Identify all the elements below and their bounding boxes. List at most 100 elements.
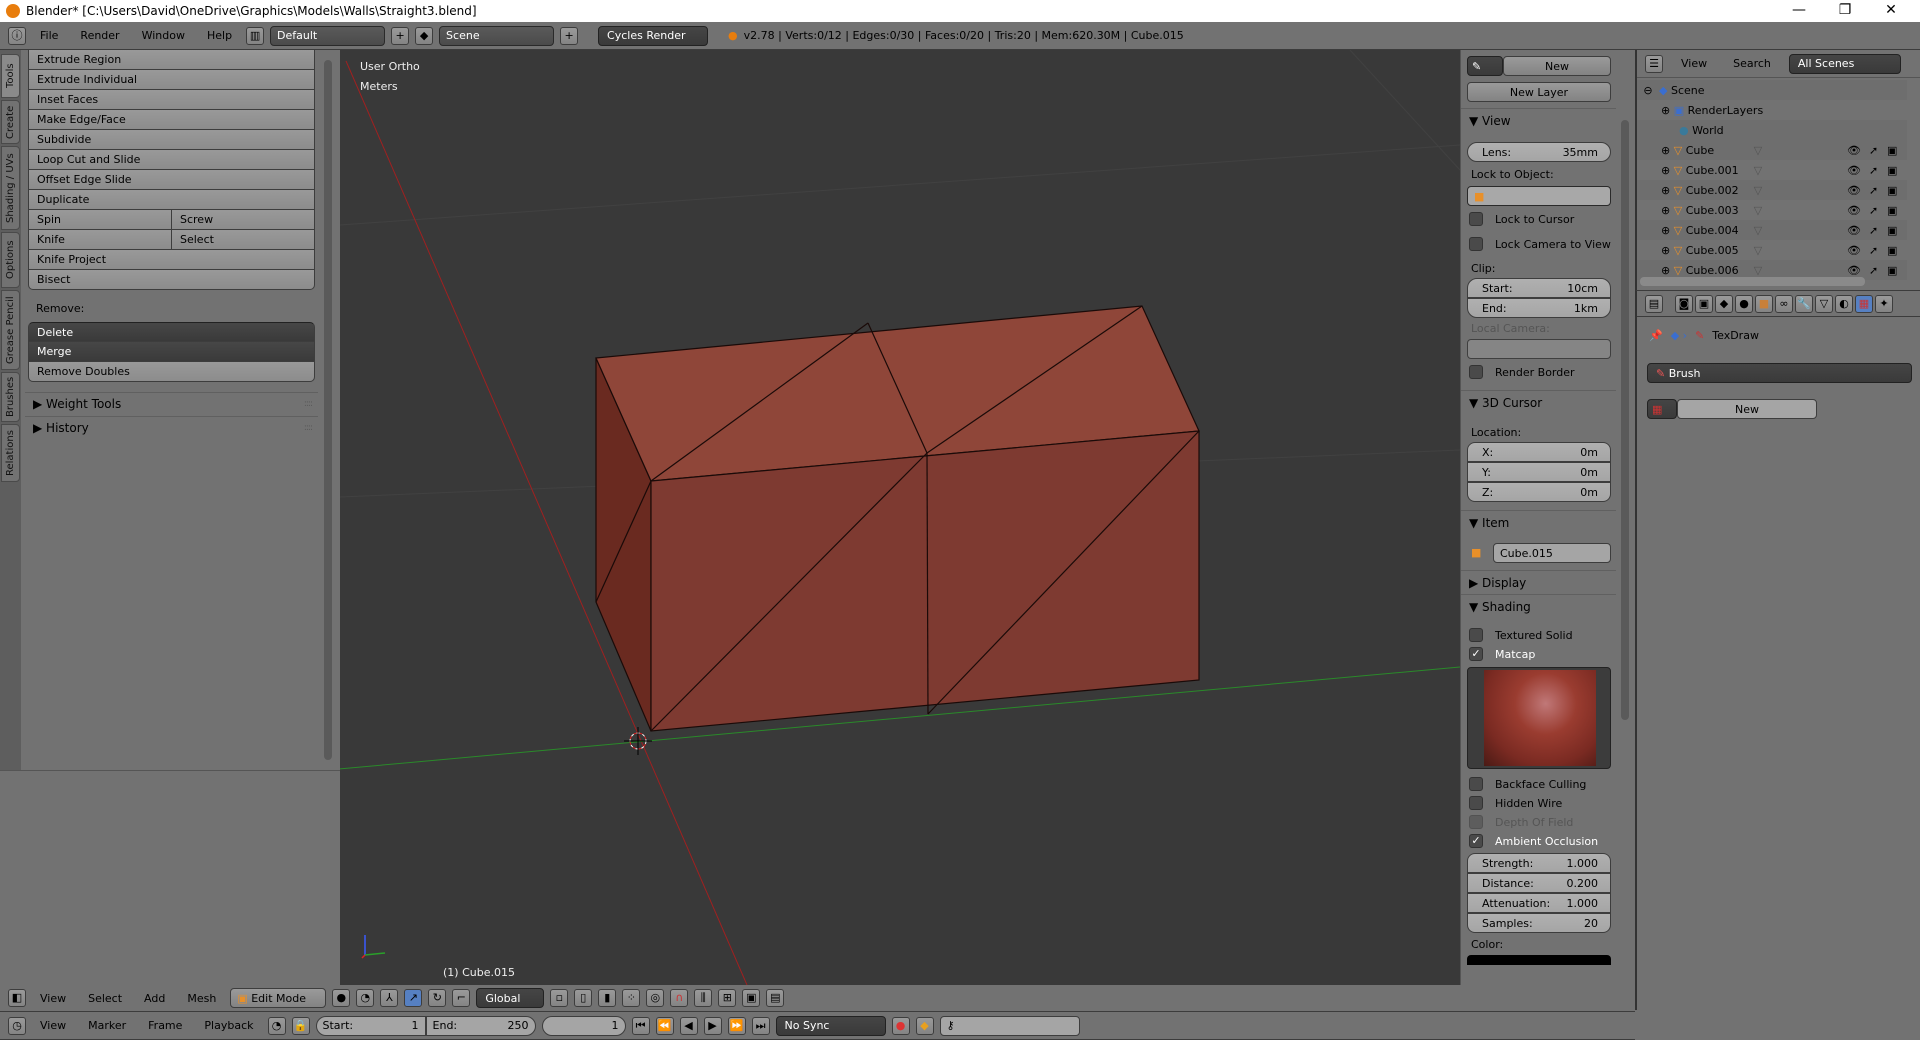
menu-select[interactable]: Select bbox=[80, 992, 130, 1005]
ao-color-swatch[interactable] bbox=[1467, 955, 1611, 965]
new-texture-button[interactable]: New bbox=[1677, 399, 1817, 419]
tool-button-inset-faces[interactable]: Inset Faces bbox=[28, 90, 315, 110]
ao-attenuation-field[interactable]: Attenuation: 1.000 bbox=[1467, 893, 1611, 913]
ao-strength-field[interactable]: Strength: 1.000 bbox=[1467, 853, 1611, 873]
menu-view[interactable]: View bbox=[32, 992, 74, 1005]
face-select-icon[interactable]: ▮ bbox=[598, 989, 617, 1007]
info-editor-icon[interactable]: ⓘ bbox=[8, 26, 26, 45]
tool-button-knife-project[interactable]: Knife Project bbox=[28, 250, 315, 270]
tool-button-loop-cut-and-slide[interactable]: Loop Cut and Slide bbox=[28, 150, 315, 170]
layout-select[interactable]: Default bbox=[270, 25, 386, 46]
3d-viewport[interactable]: User Ortho Meters (1) Cube.015 bbox=[340, 50, 1460, 985]
expand-icon[interactable]: ⊕ bbox=[1661, 144, 1670, 157]
modifiers-tab-icon[interactable]: 🔧 bbox=[1795, 294, 1813, 313]
selectable-arrow-icon[interactable]: ➚ bbox=[1869, 204, 1878, 217]
menu-render[interactable]: Render bbox=[72, 29, 127, 42]
opengl-render-icon[interactable]: ▤ bbox=[766, 989, 785, 1007]
renderable-camera-icon[interactable]: ▣ bbox=[1887, 164, 1897, 177]
item-panel-header[interactable]: ▼ Item bbox=[1461, 510, 1616, 534]
manipulator-icon[interactable]: ⅄ bbox=[380, 989, 399, 1007]
view-panel-header[interactable]: ▼ View bbox=[1461, 108, 1616, 132]
renderable-camera-icon[interactable]: ▣ bbox=[1887, 244, 1897, 257]
expand-icon[interactable]: ⊕ bbox=[1661, 244, 1670, 257]
tool-button-subdivide[interactable]: Subdivide bbox=[28, 130, 315, 150]
cursor-x-field[interactable]: X: 0m bbox=[1467, 442, 1611, 462]
tool-button-bisect[interactable]: Bisect bbox=[28, 270, 315, 290]
menu-add[interactable]: Add bbox=[136, 992, 173, 1005]
render-tab-icon[interactable]: ◙ bbox=[1675, 294, 1693, 313]
tab-create[interactable]: Create bbox=[1, 100, 20, 144]
tool-button-knife[interactable]: Knife bbox=[28, 230, 172, 250]
visibility-eye-icon[interactable]: 👁 bbox=[1847, 244, 1861, 257]
object-tab-icon[interactable]: ■ bbox=[1755, 294, 1773, 313]
hidden-wire-checkbox[interactable]: Hidden Wire bbox=[1469, 796, 1562, 810]
outliner-item-scene[interactable]: ⊖ ◆ Scene bbox=[1637, 80, 1907, 100]
outliner-hscrollbar[interactable] bbox=[1640, 277, 1865, 286]
orientation-select[interactable]: Global bbox=[476, 988, 545, 1008]
tool-button-spin[interactable]: Spin bbox=[28, 210, 172, 230]
expand-icon[interactable]: ⊕ bbox=[1661, 164, 1670, 177]
tool-button-select[interactable]: Select bbox=[171, 230, 315, 250]
constraints-tab-icon[interactable]: ∞ bbox=[1775, 294, 1793, 313]
outliner-item-world[interactable]: ● World bbox=[1637, 120, 1907, 140]
maximize-button[interactable]: ❐ bbox=[1822, 0, 1868, 22]
clip-start-field[interactable]: Start: 10cm bbox=[1467, 278, 1611, 298]
start-frame-field[interactable]: Start: 1 bbox=[315, 1015, 426, 1036]
rotate-icon[interactable]: ↻ bbox=[428, 989, 447, 1007]
outliner-editor-icon[interactable]: ☰ bbox=[1645, 54, 1663, 73]
current-frame-field[interactable]: 1 bbox=[541, 1015, 626, 1036]
cursor-y-field[interactable]: Y: 0m bbox=[1467, 462, 1611, 482]
timeline-menu-frame[interactable]: Frame bbox=[140, 1019, 190, 1032]
tool-button-screw[interactable]: Screw bbox=[171, 210, 315, 230]
ao-distance-field[interactable]: Distance: 0.200 bbox=[1467, 873, 1611, 893]
snap-icon[interactable]: ∩ bbox=[670, 989, 689, 1007]
renderable-camera-icon[interactable]: ▣ bbox=[1887, 264, 1897, 277]
matcap-checkbox[interactable]: ✓ Matcap bbox=[1469, 647, 1535, 661]
outliner-item-object[interactable]: ⊕ ▽ Cube.002 ▽ 👁 ➚ ▣ bbox=[1637, 180, 1907, 200]
pencil-icon[interactable]: ✎ bbox=[1467, 56, 1503, 76]
play-icon[interactable]: ▶ bbox=[703, 1016, 722, 1035]
visibility-eye-icon[interactable]: 👁 bbox=[1847, 264, 1861, 277]
world-tab-icon[interactable]: ● bbox=[1735, 294, 1753, 313]
menu-mesh[interactable]: Mesh bbox=[179, 992, 224, 1005]
play-reverse-icon[interactable]: ◀ bbox=[679, 1016, 698, 1035]
menu-help[interactable]: Help bbox=[199, 29, 240, 42]
drag-grip-icon[interactable]: :::: bbox=[304, 393, 313, 415]
display-panel-header[interactable]: ▶ Display bbox=[1461, 570, 1616, 594]
outliner-menu-view[interactable]: View bbox=[1673, 57, 1715, 70]
keying-set-field[interactable]: ⚷ bbox=[939, 1015, 1080, 1036]
record-icon[interactable]: ● bbox=[891, 1016, 910, 1035]
lock-camera-checkbox[interactable]: Lock Camera to View bbox=[1469, 237, 1611, 251]
panel-header-weight-tools[interactable]: ▶ Weight Tools:::: bbox=[25, 392, 318, 414]
expand-icon[interactable]: ⊕ bbox=[1661, 204, 1670, 217]
merge-menu-button[interactable]: Merge bbox=[28, 342, 315, 362]
expand-icon[interactable]: ⊕ bbox=[1661, 104, 1670, 117]
remove-doubles-button[interactable]: Remove Doubles bbox=[28, 362, 315, 382]
data-tab-icon[interactable]: ▽ bbox=[1815, 294, 1833, 313]
lock-to-cursor-checkbox[interactable]: Lock to Cursor bbox=[1469, 212, 1574, 226]
tab-tools[interactable]: Tools bbox=[1, 54, 20, 98]
edge-select-icon[interactable]: ▯ bbox=[574, 989, 593, 1007]
delete-menu-button[interactable]: Delete bbox=[28, 322, 315, 342]
render-border-checkbox[interactable]: Render Border bbox=[1469, 365, 1575, 379]
visibility-eye-icon[interactable]: 👁 bbox=[1847, 204, 1861, 217]
clip-end-field[interactable]: End: 1km bbox=[1467, 298, 1611, 318]
outliner-item-object[interactable]: ⊕ ▽ Cube.003 ▽ 👁 ➚ ▣ bbox=[1637, 200, 1907, 220]
outliner-item-object[interactable]: ⊕ ▽ Cube.005 ▽ 👁 ➚ ▣ bbox=[1637, 240, 1907, 260]
tab-relations[interactable]: Relations bbox=[1, 424, 20, 482]
add-layout-icon[interactable]: + bbox=[391, 26, 410, 45]
selectable-arrow-icon[interactable]: ➚ bbox=[1869, 244, 1878, 257]
visibility-eye-icon[interactable]: 👁 bbox=[1847, 184, 1861, 197]
tool-button-duplicate[interactable]: Duplicate bbox=[28, 190, 315, 210]
3d-view-editor-icon[interactable]: ◧ bbox=[8, 989, 26, 1007]
brush-select[interactable]: ✎ Brush bbox=[1647, 363, 1912, 383]
jump-start-icon[interactable]: ⏮ bbox=[631, 1016, 650, 1035]
tool-button-offset-edge-slide[interactable]: Offset Edge Slide bbox=[28, 170, 315, 190]
tab-options[interactable]: Options bbox=[1, 232, 20, 288]
sync-select[interactable]: No Sync bbox=[775, 1015, 886, 1036]
3d-cursor-icon[interactable] bbox=[624, 727, 652, 755]
outliner-item-object[interactable]: ⊕ ▽ Cube.004 ▽ 👁 ➚ ▣ bbox=[1637, 220, 1907, 240]
lock-object-field[interactable]: ■ bbox=[1467, 186, 1611, 206]
textured-solid-checkbox[interactable]: Textured Solid bbox=[1469, 628, 1573, 642]
scale-icon[interactable]: ⌐ bbox=[452, 989, 471, 1007]
